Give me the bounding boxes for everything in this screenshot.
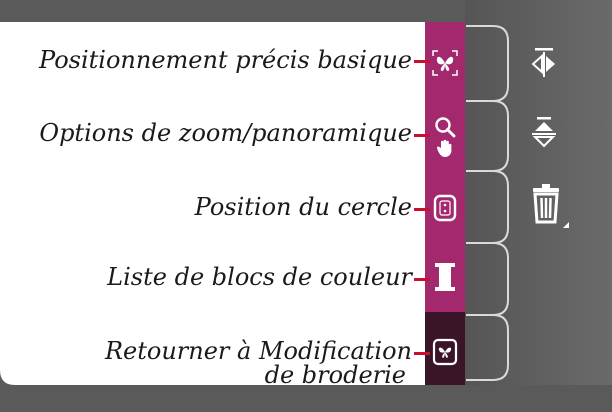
mirror-vertical-icon [532, 117, 556, 148]
delete-button[interactable] [525, 182, 573, 238]
leader-line [414, 352, 430, 355]
leader-line [414, 208, 430, 211]
hoop-position-button[interactable] [425, 188, 465, 228]
hoop-position-icon [433, 194, 457, 222]
color-block-list-button[interactable] [425, 257, 465, 297]
callout-label-precise-position: Positionnement précis basique [39, 46, 412, 74]
callout-label-zoom-pan: Options de zoom/panoramique [39, 119, 412, 147]
color-block-list-icon [435, 263, 455, 291]
callout-labels: Positionnement précis basique Options de… [0, 22, 430, 387]
callout-label-hoop-position: Position du cercle [194, 193, 412, 221]
precise-position-icon [432, 50, 458, 76]
callout-label-color-block-list: Liste de blocs de couleur [107, 263, 412, 291]
zoom-pan-button[interactable] [425, 112, 465, 162]
leader-line [414, 278, 430, 281]
return-edit-icon [432, 338, 458, 366]
return-edit-button[interactable] [425, 332, 465, 372]
delete-icon [533, 184, 569, 228]
leader-line [414, 60, 430, 63]
mirror-horizontal-button[interactable] [522, 40, 566, 84]
leader-line [414, 134, 430, 137]
pan-hand-icon [436, 139, 452, 157]
mirror-vertical-button[interactable] [522, 112, 566, 156]
precise-position-button[interactable] [425, 43, 465, 83]
screenshot-stage: Positionnement précis basique Options de… [0, 0, 612, 412]
callout-label-return-edit-line2: de broderie [264, 361, 406, 389]
mirror-horizontal-icon [531, 48, 555, 77]
callout-label-return-edit-line1: Retourner à Modification [104, 337, 412, 365]
zoom-pan-icon [435, 117, 456, 138]
